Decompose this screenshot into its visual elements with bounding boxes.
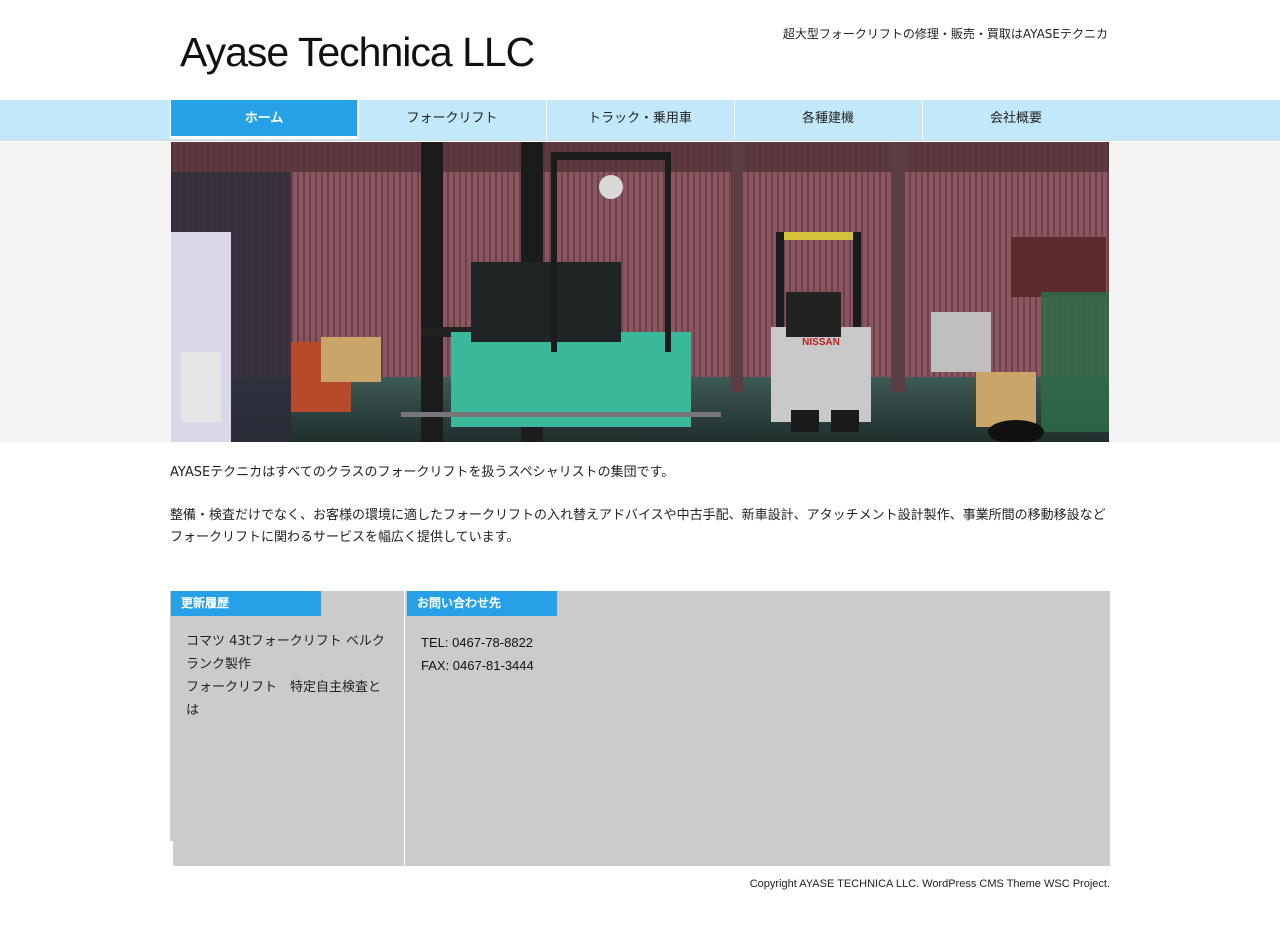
contact-lines: TEL: 0467-78-8822 FAX: 0467-81-3444 [421, 631, 534, 677]
intro-paragraph-2-line-2: フォークリフトに関わるサービスを幅広く提供しています。 [170, 530, 520, 545]
nav-item-home[interactable]: ホーム [170, 100, 357, 139]
news-item-link[interactable]: コマツ 43tフォークリフト ベルクランク製作 [186, 630, 386, 676]
intro-paragraph-1: AYASEテクニカはすべてのクラスのフォークリフトを扱うスペシャリストの集団です… [170, 465, 675, 480]
intro-paragraph-2: 整備・検査だけでなく、お客様の環境に適したフォークリフトの入れ替えアドバイスや中… [170, 505, 1120, 549]
news-list: コマツ 43tフォークリフト ベルクランク製作 フォークリフト 特定自主検査とは [186, 630, 386, 722]
news-widget-title: 更新履歴 [171, 591, 321, 616]
nav-item-company-profile[interactable]: 会社概要 [922, 100, 1109, 139]
news-item-link[interactable]: フォークリフト 特定自主検査とは [186, 676, 386, 722]
widget-area: 更新履歴 コマツ 43tフォークリフト ベルクランク製作 フォークリフト 特定自… [170, 591, 1110, 866]
contact-widget-title: お問い合わせ先 [407, 591, 557, 616]
site-tagline: 超大型フォークリフトの修理・販売・買取はAYASEテクニカ [782, 27, 1108, 41]
news-widget: 更新履歴 コマツ 43tフォークリフト ベルクランク製作 フォークリフト 特定自… [170, 591, 404, 866]
main-navigation: ホーム フォークリフト トラック・乗用車 各種建機 会社概要 [170, 100, 1110, 140]
contact-widget: お問い合わせ先 TEL: 0467-78-8822 FAX: 0467-81-3… [406, 591, 1110, 866]
nav-item-trucks-cars[interactable]: トラック・乗用車 [546, 100, 733, 139]
nav-item-forklift[interactable]: フォークリフト [358, 100, 545, 139]
widget-divider [404, 591, 405, 866]
hero-forklift-brand: NISSAN [802, 337, 840, 348]
intro-paragraph-2-line-1: 整備・検査だけでなく、お客様の環境に適したフォークリフトの入れ替えアドバイスや中… [170, 508, 1106, 523]
contact-tel: TEL: 0467-78-8822 [421, 635, 534, 650]
main-navigation-bar: ホーム フォークリフト トラック・乗用車 各種建機 会社概要 [0, 100, 1280, 141]
footer-copyright: Copyright AYASE TECHNICA LLC. WordPress … [749, 878, 1110, 890]
intro-text: AYASEテクニカはすべてのクラスのフォークリフトを扱うスペシャリストの集団です… [170, 462, 1120, 549]
site-title[interactable]: Ayase Technica LLC [180, 26, 535, 78]
widget-corner-divider [170, 841, 173, 866]
hero-warehouse-image: NISSAN [171, 142, 1109, 442]
nav-item-construction-machinery[interactable]: 各種建機 [734, 100, 921, 139]
contact-fax: FAX: 0467-81-3444 [421, 658, 534, 673]
